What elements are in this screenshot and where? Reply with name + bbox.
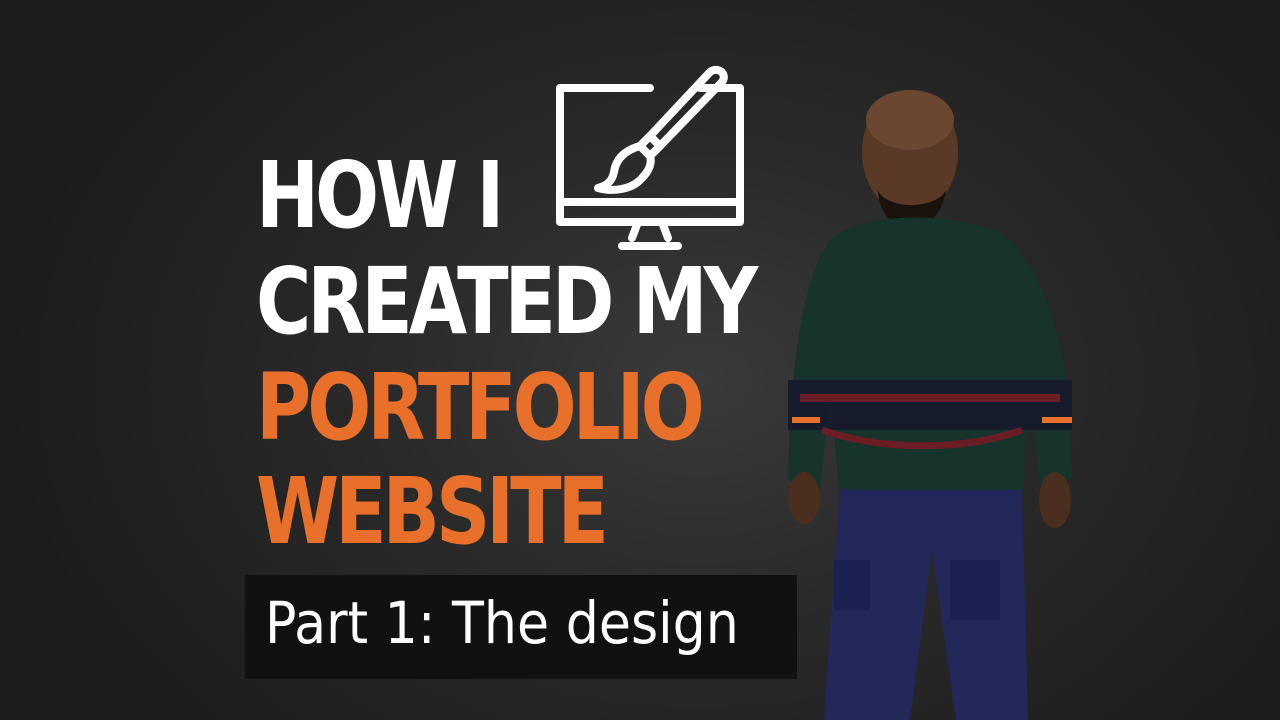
headline-line-2: CREATED MY: [256, 248, 758, 355]
monitor-paintbrush-icon: [556, 65, 744, 250]
headline-line-4: WEBSITE: [256, 458, 609, 565]
subtitle-banner: Part 1: The design: [245, 575, 797, 679]
thumbnail-canvas: HOW I CREATED MY PORTFOLIO WEBSITE Part …: [0, 0, 1280, 720]
person-photo: [788, 90, 1072, 720]
subtitle-text: Part 1: The design: [265, 589, 739, 657]
headline-line-3: PORTFOLIO: [256, 354, 705, 461]
headline-line-1: HOW I: [256, 142, 504, 249]
